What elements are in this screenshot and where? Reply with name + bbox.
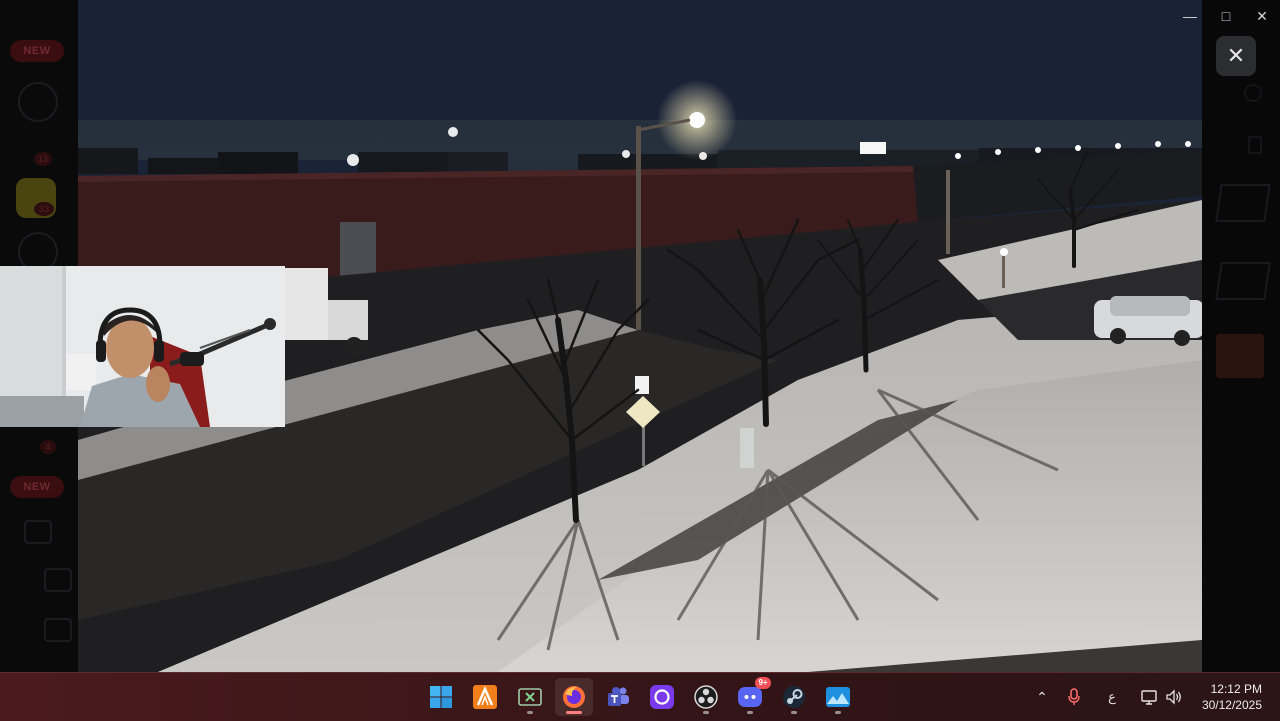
firefox-button[interactable] [555, 678, 593, 716]
tray-overflow-button[interactable]: ⌃ [1030, 673, 1054, 721]
count-badge: 13 [34, 152, 52, 166]
background-rss-icon [24, 520, 52, 544]
window-controls: — □ ✕ [1172, 0, 1280, 32]
network-icon [1141, 690, 1157, 705]
fl-studio-button[interactable] [466, 678, 504, 716]
clock-time: 12:12 PM [1210, 682, 1262, 696]
webcam-feed [0, 266, 285, 427]
xbox-icon [518, 688, 542, 706]
close-viewer-button[interactable]: ✕ [1216, 36, 1256, 76]
firefox-icon [563, 686, 585, 708]
discord-button[interactable]: 9+ [731, 677, 771, 716]
photos-button[interactable] [819, 678, 857, 716]
steam-icon [783, 686, 805, 708]
microphone-icon [1068, 688, 1080, 705]
volume-button[interactable] [1162, 673, 1186, 721]
language-indicator[interactable]: ع [1100, 673, 1124, 721]
maximize-icon[interactable]: □ [1208, 0, 1244, 32]
running-indicator [835, 711, 841, 714]
background-gta-logo [1215, 262, 1271, 300]
microphone-button[interactable] [1062, 673, 1086, 721]
obs-icon [694, 685, 718, 709]
background-channel-icon [18, 82, 58, 122]
background-muted-icon [44, 568, 72, 592]
windows-start-icon [430, 686, 452, 708]
count-badge: 33 [34, 202, 54, 216]
circle-app-button[interactable] [643, 678, 681, 716]
network-button[interactable] [1138, 673, 1162, 721]
close-icon: ✕ [1226, 43, 1246, 68]
photos-icon [826, 687, 850, 707]
volume-icon [1166, 689, 1181, 705]
active-indicator [566, 711, 582, 714]
running-indicator [747, 711, 753, 714]
steam-button[interactable] [775, 678, 813, 716]
webcam-overlay [0, 266, 285, 427]
background-thumbnail [1216, 334, 1264, 378]
teams-icon [608, 687, 629, 706]
running-indicator [527, 711, 533, 714]
background-icon [1248, 136, 1262, 154]
new-badge: NEW [10, 476, 64, 498]
clock[interactable]: 12:12 PM 30/12/2025 [1202, 681, 1262, 713]
running-indicator [791, 711, 797, 714]
xbox-button[interactable] [511, 678, 549, 716]
new-badge: NEW [10, 40, 64, 62]
count-badge: 4 [40, 440, 56, 454]
background-icon [44, 618, 72, 642]
background-heart-icon [1244, 84, 1262, 102]
running-indicator [703, 711, 709, 714]
teams-button[interactable] [599, 678, 637, 716]
notification-badge: 9+ [755, 677, 771, 689]
minimize-icon[interactable]: — [1172, 0, 1208, 32]
clock-date: 30/12/2025 [1201, 698, 1262, 712]
chevron-up-icon: ⌃ [1036, 688, 1048, 705]
circle-app-icon [650, 685, 674, 709]
background-gta-logo [1215, 184, 1271, 222]
fl-studio-icon [473, 685, 497, 709]
obs-button[interactable] [687, 678, 725, 716]
close-icon[interactable]: ✕ [1244, 0, 1280, 32]
start-button[interactable] [422, 678, 460, 716]
taskbar: 9+ ⌃ ع 12:12 PM 30/12/2025 [0, 672, 1280, 721]
